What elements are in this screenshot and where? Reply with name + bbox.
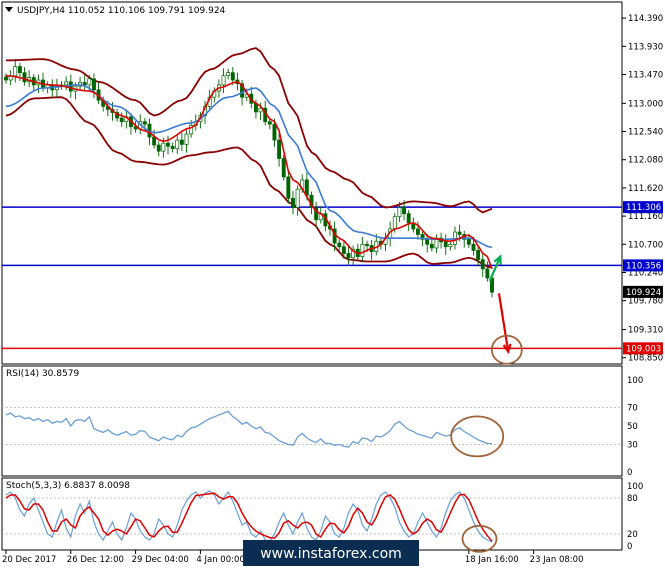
level-tag-111306-text: 111.306: [626, 203, 661, 213]
candle-body: [184, 133, 189, 145]
level-tag-109003-text: 109.003: [626, 344, 661, 354]
level-tag-110356-text: 110.356: [626, 261, 661, 271]
stoch-tick-label: 100: [627, 482, 643, 492]
candle-body: [480, 259, 485, 270]
y-tick-label: 111.160: [628, 212, 663, 222]
rsi-tick-label: 0: [627, 468, 632, 478]
candle-body: [161, 142, 166, 152]
current-price-tag-text: 109.924: [626, 288, 661, 298]
candle-body: [337, 242, 342, 248]
y-tick-label: 109.780: [628, 297, 663, 307]
y-tick-label: 113.930: [628, 42, 663, 52]
stoch-tick-label: 0: [627, 542, 632, 552]
stoch-label: Stoch(5,3,3) 6.8837 8.0098: [6, 481, 130, 491]
rsi-label: RSI(14) 30.8579: [6, 369, 79, 379]
x-tick-label: 26 Dec 12:00: [67, 555, 124, 565]
candle-body: [119, 117, 124, 123]
candle-body: [281, 158, 286, 178]
candle-body: [286, 176, 291, 199]
candle-body: [476, 250, 481, 260]
y-tick-label: 110.700: [628, 240, 663, 250]
candle-body: [304, 179, 309, 196]
candle-body: [392, 216, 397, 230]
candle-body: [466, 239, 471, 245]
x-tick-label: 29 Dec 04:00: [132, 555, 189, 565]
candle-body: [415, 228, 420, 235]
rsi-tick-label: 70: [627, 404, 638, 414]
y-tick-label: 112.540: [628, 128, 663, 138]
watermark-text: www.instaforex.com: [260, 546, 402, 562]
candle-body: [448, 243, 453, 248]
candle-body: [82, 82, 87, 86]
main-y-axis: 114.390 113.930 113.470 113.000 112.540 112.0…: [622, 14, 663, 364]
candle-body: [68, 81, 73, 92]
candle-body: [365, 243, 369, 246]
candle-body: [429, 243, 434, 249]
candle-body: [152, 136, 157, 146]
y-tick-label: 113.000: [628, 99, 663, 109]
candle-body: [346, 253, 351, 259]
candle-body: [341, 246, 346, 254]
candle-body: [230, 72, 235, 81]
candle-body: [443, 241, 448, 248]
candle-body: [221, 75, 226, 86]
x-tick-label: 23 Jan 08:00: [530, 555, 584, 565]
candle-body: [175, 139, 180, 150]
candle-body: [87, 78, 92, 86]
candle-body: [267, 121, 272, 125]
candle-body: [22, 72, 27, 83]
rsi-tick-label: 30: [627, 440, 638, 450]
y-tick-label: 111.620: [628, 184, 663, 194]
x-tick-label: 20 Dec 2017: [2, 555, 56, 565]
rsi-tick-label: 100: [627, 376, 643, 386]
main-panel-frame: [1, 1, 623, 365]
chart-header-title: USDJPY,H4 110.052 110.106 109.791 109.92…: [17, 6, 226, 16]
candle-body: [156, 144, 161, 152]
stoch-tick-label: 80: [627, 494, 638, 504]
x-tick-label: 4 Jan 00:00: [196, 555, 244, 565]
y-tick-label: 113.470: [628, 70, 663, 80]
candle-body: [485, 268, 490, 279]
candle-body: [295, 188, 300, 208]
candle-body: [360, 243, 365, 257]
candle-body: [13, 66, 18, 77]
candle-body: [142, 121, 147, 125]
y-tick-label: 112.080: [628, 156, 663, 166]
y-tick-label: 108.850: [628, 354, 663, 364]
candle-body: [406, 213, 411, 224]
candle-body: [166, 142, 170, 147]
y-tick-label: 114.390: [628, 14, 663, 24]
candle-body: [226, 72, 231, 77]
rsi-tick-label: 50: [627, 422, 638, 432]
candle-body: [397, 207, 402, 218]
candle-body: [425, 239, 430, 245]
watermark: www.instaforex.com: [243, 540, 419, 566]
rsi-panel-frame: [1, 365, 623, 477]
candle-body: [64, 81, 69, 86]
candle-body: [91, 78, 96, 91]
candle-body: [179, 139, 184, 145]
candle-body: [272, 123, 277, 141]
forex-chart: 114.390 113.930 113.470 113.000 112.540 112.0…: [1, 1, 663, 566]
candle-body: [457, 231, 462, 235]
candle-body: [291, 197, 295, 208]
candle-body: [17, 66, 22, 74]
candle-body: [277, 139, 282, 159]
stoch-tick-label: 20: [627, 530, 638, 540]
candle-body: [4, 76, 8, 81]
candle-body: [471, 243, 476, 251]
y-tick-label: 109.310: [628, 326, 663, 336]
candle-body: [170, 145, 175, 150]
x-tick-label: 18 Jan 16:00: [465, 555, 519, 565]
candle-body: [402, 207, 407, 215]
